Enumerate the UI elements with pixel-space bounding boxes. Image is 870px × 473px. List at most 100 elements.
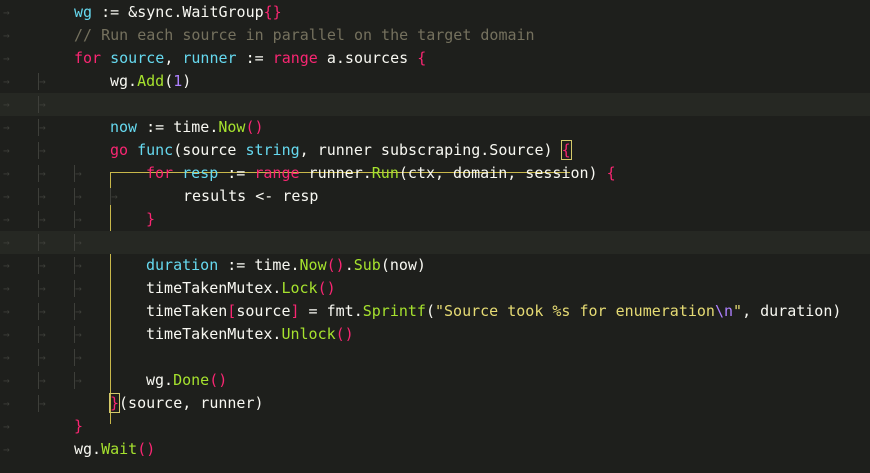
- code-token: Unlock: [281, 325, 336, 343]
- code-text: wg.Add(1): [110, 70, 191, 93]
- code-text: wg.Done(): [146, 369, 227, 392]
- code-line[interactable]: → →: [0, 93, 870, 116]
- code-token: runner.: [299, 164, 372, 182]
- code-line[interactable]: → → → for resp := range runner.Run(ctx, dom…: [0, 162, 870, 185]
- code-line[interactable]: → → wg.Add(1): [0, 70, 870, 93]
- code-token: ): [182, 72, 192, 90]
- code-token: wg: [74, 3, 93, 21]
- indent-guide: [38, 303, 39, 320]
- code-line[interactable]: → →}(source, runner): [0, 392, 870, 415]
- code-token: .: [344, 256, 354, 274]
- tab-whitespace-icon: →: [39, 351, 46, 364]
- indent-guide: [38, 372, 39, 389]
- tab-whitespace-icon: →: [3, 213, 10, 226]
- code-text: for source, runner := range a.sources {: [74, 47, 426, 70]
- code-token: Lock: [281, 279, 318, 297]
- code-text: duration := time.Now().Sub(now): [146, 254, 426, 277]
- code-token: "Source took %s for enumeration: [435, 302, 715, 320]
- code-line[interactable]: → → → → results <- resp: [0, 185, 870, 208]
- code-token: wg.: [74, 440, 102, 458]
- tab-whitespace-icon: →: [3, 29, 10, 42]
- tab-whitespace-icon: →: [39, 374, 46, 387]
- code-text: wg := &sync.WaitGroup{}: [74, 1, 282, 24]
- tab-whitespace-icon: →: [3, 6, 10, 19]
- code-line[interactable]: → → → wg.Done(): [0, 369, 870, 392]
- indent-guide: [38, 257, 39, 274]
- tab-whitespace-icon: →: [3, 397, 10, 410]
- code-text: for resp := range runner.Run(ctx, domain…: [146, 162, 616, 185]
- code-line[interactable]: → → →: [0, 346, 870, 369]
- indent-guide: [38, 349, 39, 366]
- code-token: := time.: [218, 256, 300, 274]
- code-line[interactable]: → → → timeTakenMutex.Unlock(): [0, 323, 870, 346]
- code-line[interactable]: → → →: [0, 231, 870, 254]
- code-token: // Run each source in parallel on the ta…: [74, 26, 535, 44]
- tab-whitespace-icon: →: [75, 259, 82, 272]
- tab-whitespace-icon: →: [3, 52, 10, 65]
- tab-whitespace-icon: →: [39, 259, 46, 272]
- code-token: resp: [182, 164, 219, 182]
- tab-whitespace-icon: →: [39, 397, 46, 410]
- code-line[interactable]: → → → timeTaken[source] = fmt.Sprintf("Sour…: [0, 300, 870, 323]
- code-token: }: [74, 417, 84, 435]
- code-token: Sprintf: [362, 302, 426, 320]
- code-token: (): [245, 118, 264, 136]
- tab-whitespace-icon: →: [3, 167, 10, 180]
- tab-whitespace-icon: →: [75, 328, 82, 341]
- tab-whitespace-icon: →: [3, 420, 10, 433]
- code-token: ]: [290, 302, 300, 320]
- indent-guide: [38, 165, 39, 182]
- indent-guide: [38, 234, 39, 251]
- code-text: timeTakenMutex.Lock(): [146, 277, 336, 300]
- tab-whitespace-icon: →: [75, 167, 82, 180]
- code-token: Wait: [101, 440, 138, 458]
- indent-guide: [74, 188, 75, 205]
- code-token: :=: [218, 164, 255, 182]
- code-token: go: [110, 141, 129, 159]
- code-token: results <- resp: [183, 187, 319, 205]
- code-token: Now: [299, 256, 327, 274]
- code-token: := &sync.WaitGroup: [92, 3, 264, 21]
- tab-whitespace-icon: →: [39, 121, 46, 134]
- code-line[interactable]: → → now := time.Now(): [0, 116, 870, 139]
- code-token: [: [227, 302, 237, 320]
- code-token: 1: [173, 72, 183, 90]
- indent-guide: [74, 165, 75, 182]
- tab-whitespace-icon: →: [3, 351, 10, 364]
- tab-whitespace-icon: →: [75, 190, 82, 203]
- code-token: (source, runner): [119, 394, 264, 412]
- indent-guide: [74, 326, 75, 343]
- code-editor[interactable]: → wg := &sync.WaitGroup{} → // Run each sou…: [0, 0, 870, 473]
- indent-guide: [74, 280, 75, 297]
- code-line[interactable]: → wg.Wait(): [0, 438, 870, 461]
- tab-whitespace-icon: →: [3, 259, 10, 272]
- code-line[interactable]: → for source, runner := range a.sources {: [0, 47, 870, 70]
- tab-whitespace-icon: →: [39, 305, 46, 318]
- code-line[interactable]: → // Run each source in parallel on the t…: [0, 24, 870, 47]
- code-line[interactable]: →}: [0, 415, 870, 438]
- code-token: Sub: [353, 256, 381, 274]
- code-line[interactable]: → → →}: [0, 208, 870, 231]
- indent-guide: [110, 188, 111, 205]
- code-text: results <- resp: [183, 185, 318, 208]
- tab-whitespace-icon: →: [75, 282, 82, 295]
- indent-guide: [38, 96, 39, 113]
- tab-whitespace-icon: →: [39, 328, 46, 341]
- code-token: timeTakenMutex.: [146, 325, 282, 343]
- code-line[interactable]: → wg := &sync.WaitGroup{}: [0, 1, 870, 24]
- indent-guide: [74, 303, 75, 320]
- code-token: (: [164, 72, 174, 90]
- tab-whitespace-icon: →: [39, 236, 46, 249]
- code-line[interactable]: → → → timeTakenMutex.Lock(): [0, 277, 870, 300]
- tab-whitespace-icon: →: [3, 98, 10, 111]
- indent-guide: [38, 119, 39, 136]
- tab-whitespace-icon: →: [75, 305, 82, 318]
- code-token: Done: [173, 371, 210, 389]
- code-line[interactable]: → → → duration := time.Now().Sub(now): [0, 254, 870, 277]
- code-line[interactable]: → → go func(source string, runner subscrap…: [0, 139, 870, 162]
- tab-whitespace-icon: →: [39, 167, 46, 180]
- tab-whitespace-icon: →: [3, 144, 10, 157]
- code-token: (): [317, 279, 336, 297]
